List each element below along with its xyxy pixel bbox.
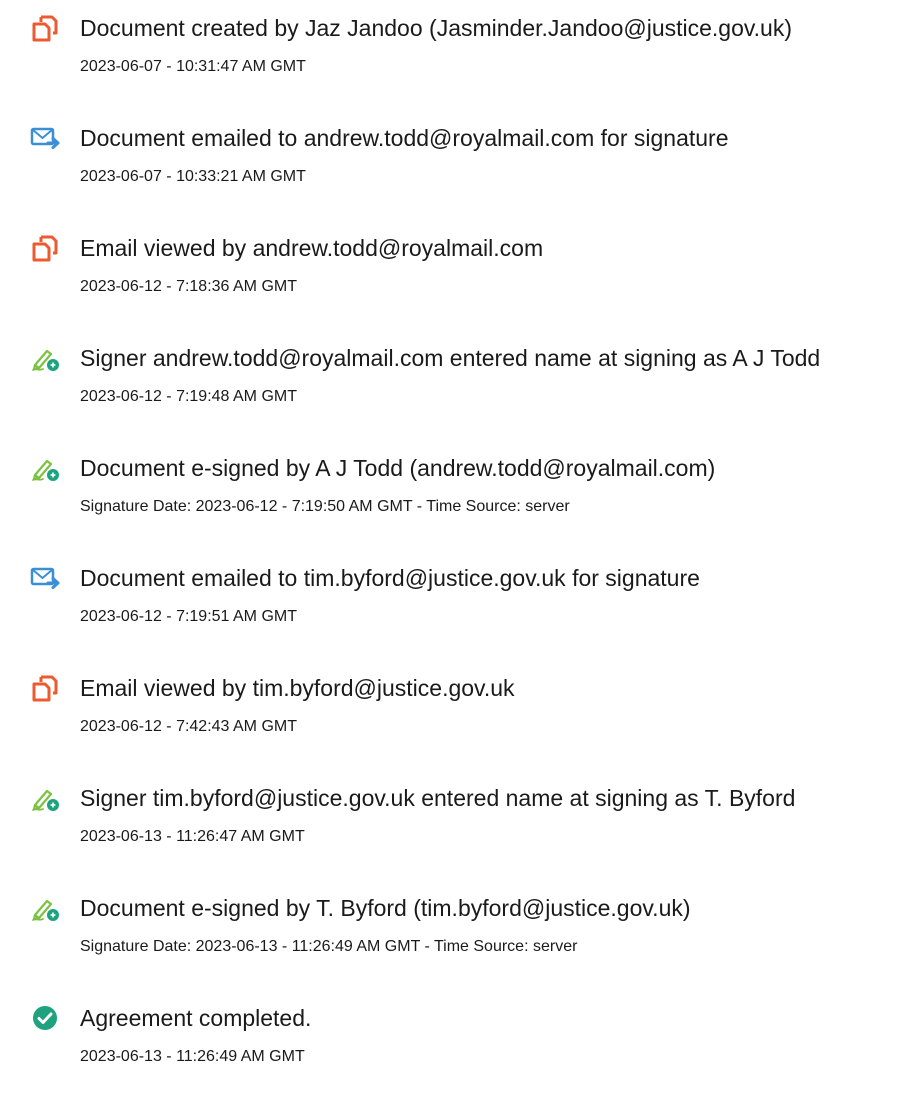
signer-pen-icon xyxy=(30,453,60,483)
event-timestamp: 2023-06-12 - 7:19:51 AM GMT xyxy=(80,608,297,625)
event-title: Document e-signed by A J Todd (andrew.to… xyxy=(80,455,716,481)
audit-event: Agreement completed. 2023-06-13 - 11:26:… xyxy=(0,1003,916,1093)
event-title: Signer tim.byford@justice.gov.uk entered… xyxy=(80,785,796,811)
event-timestamp: Signature Date: 2023-06-12 - 7:19:50 AM … xyxy=(80,498,570,515)
event-timestamp: Signature Date: 2023-06-13 - 11:26:49 AM… xyxy=(80,938,578,955)
signer-pen-icon xyxy=(30,893,60,923)
audit-event: Signer tim.byford@justice.gov.uk entered… xyxy=(0,783,916,873)
audit-event: Document e-signed by T. Byford (tim.byfo… xyxy=(0,893,916,983)
event-title: Document emailed to tim.byford@justice.g… xyxy=(80,565,700,591)
signer-pen-icon xyxy=(30,783,60,813)
audit-history-list: Document created by Jaz Jandoo (Jasminde… xyxy=(0,0,916,1110)
event-timestamp: 2023-06-12 - 7:42:43 AM GMT xyxy=(80,718,297,735)
audit-event: Document created by Jaz Jandoo (Jasminde… xyxy=(0,13,916,103)
event-title: Document created by Jaz Jandoo (Jasminde… xyxy=(80,15,793,41)
event-title: Signer andrew.todd@royalmail.com entered… xyxy=(80,345,821,371)
event-timestamp: 2023-06-12 - 7:18:36 AM GMT xyxy=(80,278,297,295)
event-title: Document emailed to andrew.todd@royalmai… xyxy=(80,125,729,151)
event-title: Email viewed by andrew.todd@royalmail.co… xyxy=(80,235,544,261)
event-timestamp: 2023-06-07 - 10:31:47 AM GMT xyxy=(80,58,306,75)
event-timestamp: 2023-06-12 - 7:19:48 AM GMT xyxy=(80,388,297,405)
audit-event: Document emailed to andrew.todd@royalmai… xyxy=(0,123,916,213)
audit-event: Document e-signed by A J Todd (andrew.to… xyxy=(0,453,916,543)
event-title: Document e-signed by T. Byford (tim.byfo… xyxy=(80,895,691,921)
audit-event: Signer andrew.todd@royalmail.com entered… xyxy=(0,343,916,433)
event-timestamp: 2023-06-13 - 11:26:47 AM GMT xyxy=(80,828,305,845)
audit-event: Email viewed by andrew.todd@royalmail.co… xyxy=(0,233,916,323)
event-timestamp: 2023-06-07 - 10:33:21 AM GMT xyxy=(80,168,306,185)
event-title: Agreement completed. xyxy=(80,1005,312,1031)
event-timestamp: 2023-06-13 - 11:26:49 AM GMT xyxy=(80,1048,305,1065)
signer-pen-icon xyxy=(30,343,60,373)
email-sent-icon xyxy=(30,123,60,153)
email-viewed-icon xyxy=(30,233,60,263)
email-viewed-icon xyxy=(30,673,60,703)
completed-check-icon xyxy=(30,1003,60,1033)
audit-event: Document emailed to tim.byford@justice.g… xyxy=(0,563,916,653)
document-created-icon xyxy=(30,13,60,43)
audit-event: Email viewed by tim.byford@justice.gov.u… xyxy=(0,673,916,763)
email-sent-icon xyxy=(30,563,60,593)
event-title: Email viewed by tim.byford@justice.gov.u… xyxy=(80,675,515,701)
